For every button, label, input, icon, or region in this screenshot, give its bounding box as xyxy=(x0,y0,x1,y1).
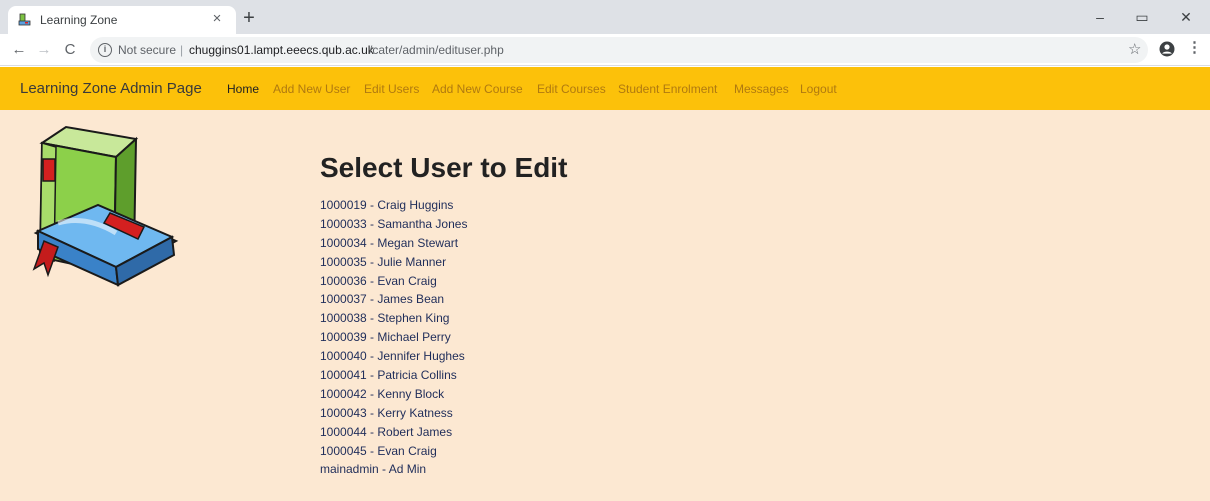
nav-link-home[interactable]: Home xyxy=(227,82,259,96)
user-list-item[interactable]: 1000035 - Julie Manner xyxy=(320,253,467,272)
user-list-item[interactable]: 1000038 - Stephen King xyxy=(320,309,467,328)
url-host: chuggins01.lampt.eeecs.qub.ac.uk xyxy=(189,43,374,57)
user-list-item[interactable]: 1000043 - Kerry Katness xyxy=(320,404,467,423)
user-list-item[interactable]: 1000034 - Megan Stewart xyxy=(320,234,467,253)
page-content: Learning Zone Admin Page Home Add New Us… xyxy=(0,67,1210,501)
site-navbar: Learning Zone Admin Page Home Add New Us… xyxy=(0,67,1210,110)
user-list-item[interactable]: 1000039 - Michael Perry xyxy=(320,328,467,347)
user-list-item[interactable]: 1000037 - James Bean xyxy=(320,290,467,309)
nav-link-add-new-course[interactable]: Add New Course xyxy=(432,82,523,96)
window-close-icon[interactable]: ✕ xyxy=(1166,4,1206,30)
user-list-item[interactable]: 1000019 - Craig Huggins xyxy=(320,196,467,215)
nav-link-student-enrolment[interactable]: Student Enrolment xyxy=(618,82,717,96)
books-icon xyxy=(18,13,31,26)
user-list-item[interactable]: 1000033 - Samantha Jones xyxy=(320,215,467,234)
maximize-icon[interactable]: ▭ xyxy=(1122,4,1162,30)
nav-link-edit-users[interactable]: Edit Users xyxy=(364,82,419,96)
address-bar[interactable]: i Not secure | chuggins01.lampt.eeecs.qu… xyxy=(90,37,1148,63)
info-icon[interactable]: i xyxy=(98,43,112,57)
user-list-item[interactable]: 1000041 - Patricia Collins xyxy=(320,366,467,385)
page-title: Select User to Edit xyxy=(320,152,568,183)
nav-link-messages[interactable]: Messages xyxy=(734,82,789,96)
user-list-item[interactable]: 1000040 - Jennifer Hughes xyxy=(320,347,467,366)
browser-tab[interactable]: Learning Zone × xyxy=(8,6,236,34)
browser-menu-icon[interactable]: ⋮ xyxy=(1187,38,1202,56)
nav-link-logout[interactable]: Logout xyxy=(800,82,837,96)
book-stack-icon xyxy=(32,125,179,287)
browser-toolbar: ← → C i Not secure | chuggins01.lampt.ee… xyxy=(0,34,1210,66)
user-list-item[interactable]: 1000042 - Kenny Block xyxy=(320,385,467,404)
minimize-icon[interactable]: – xyxy=(1080,4,1120,30)
reload-icon[interactable]: C xyxy=(59,39,81,61)
user-list-item[interactable]: mainadmin - Ad Min xyxy=(320,460,467,479)
user-list-item[interactable]: 1000045 - Evan Craig xyxy=(320,442,467,461)
forward-icon[interactable]: → xyxy=(33,39,55,61)
profile-icon[interactable] xyxy=(1159,41,1175,57)
user-list-item[interactable]: 1000044 - Robert James xyxy=(320,423,467,442)
user-list: 1000019 - Craig Huggins 1000033 - Samant… xyxy=(320,196,467,479)
nav-link-add-new-user[interactable]: Add New User xyxy=(273,82,350,96)
bookmark-star-icon[interactable]: ☆ xyxy=(1128,40,1141,58)
navbar-brand[interactable]: Learning Zone Admin Page xyxy=(20,80,202,97)
url-path: /cater/admin/edituser.php xyxy=(369,43,504,57)
user-list-item[interactable]: 1000036 - Evan Craig xyxy=(320,272,467,291)
new-tab-button[interactable]: + xyxy=(238,8,260,30)
nav-link-edit-courses[interactable]: Edit Courses xyxy=(537,82,606,96)
tab-close-icon[interactable]: × xyxy=(208,10,226,28)
back-icon[interactable]: ← xyxy=(8,39,30,61)
security-label: Not secure xyxy=(118,43,177,57)
browser-tabstrip: Learning Zone × + – ▭ ✕ xyxy=(0,0,1210,34)
address-separator: | xyxy=(180,43,184,57)
tab-title: Learning Zone xyxy=(40,13,118,27)
